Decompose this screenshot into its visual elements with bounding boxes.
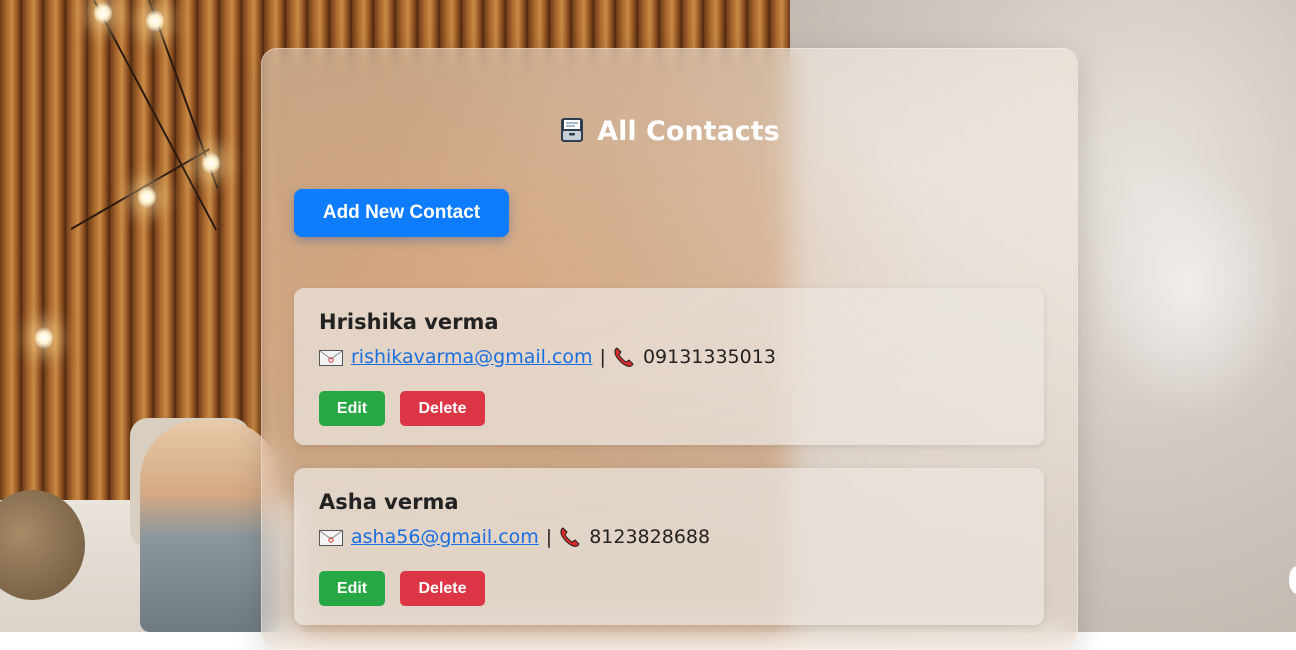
light-bulb xyxy=(94,2,112,24)
envelope-icon xyxy=(319,529,343,546)
edit-button[interactable]: Edit xyxy=(319,391,385,426)
delete-button[interactable]: Delete xyxy=(400,571,485,606)
light-bulb xyxy=(146,10,164,32)
contact-name: Asha verma xyxy=(319,490,459,514)
page-title-text: All Contacts xyxy=(597,116,780,147)
plaster-highlight xyxy=(1090,160,1290,420)
contact-email-link[interactable]: rishikavarma@gmail.com xyxy=(351,346,593,368)
page-title: All Contacts xyxy=(261,112,1076,152)
info-separator: | xyxy=(599,346,606,368)
telephone-receiver-icon xyxy=(613,346,635,368)
telephone-receiver-icon xyxy=(559,526,581,548)
light-bulb xyxy=(202,152,220,174)
info-separator: | xyxy=(545,526,553,548)
contact-info: rishikavarma@gmail.com | 09131335013 xyxy=(319,346,776,368)
delete-button[interactable]: Delete xyxy=(400,391,485,426)
add-contact-button[interactable]: Add New Contact xyxy=(294,189,509,237)
contact-phone: 8123828688 xyxy=(589,526,711,548)
contact-email-link[interactable]: asha56@gmail.com xyxy=(351,526,539,548)
envelope-icon xyxy=(319,349,343,366)
contact-info: asha56@gmail.com | 8123828688 xyxy=(319,526,710,548)
card-file-box-icon xyxy=(557,114,587,144)
child-figure xyxy=(140,420,280,632)
light-bulb xyxy=(35,327,53,349)
edit-button[interactable]: Edit xyxy=(319,571,385,606)
contact-card: Asha verma asha56@gmail.com | 8123828688… xyxy=(294,468,1044,625)
contact-phone: 09131335013 xyxy=(642,346,776,368)
light-bulb xyxy=(138,186,156,208)
contact-name: Hrishika verma xyxy=(319,310,499,334)
contact-card: Hrishika verma rishikavarma@gmail.com | … xyxy=(294,288,1044,445)
